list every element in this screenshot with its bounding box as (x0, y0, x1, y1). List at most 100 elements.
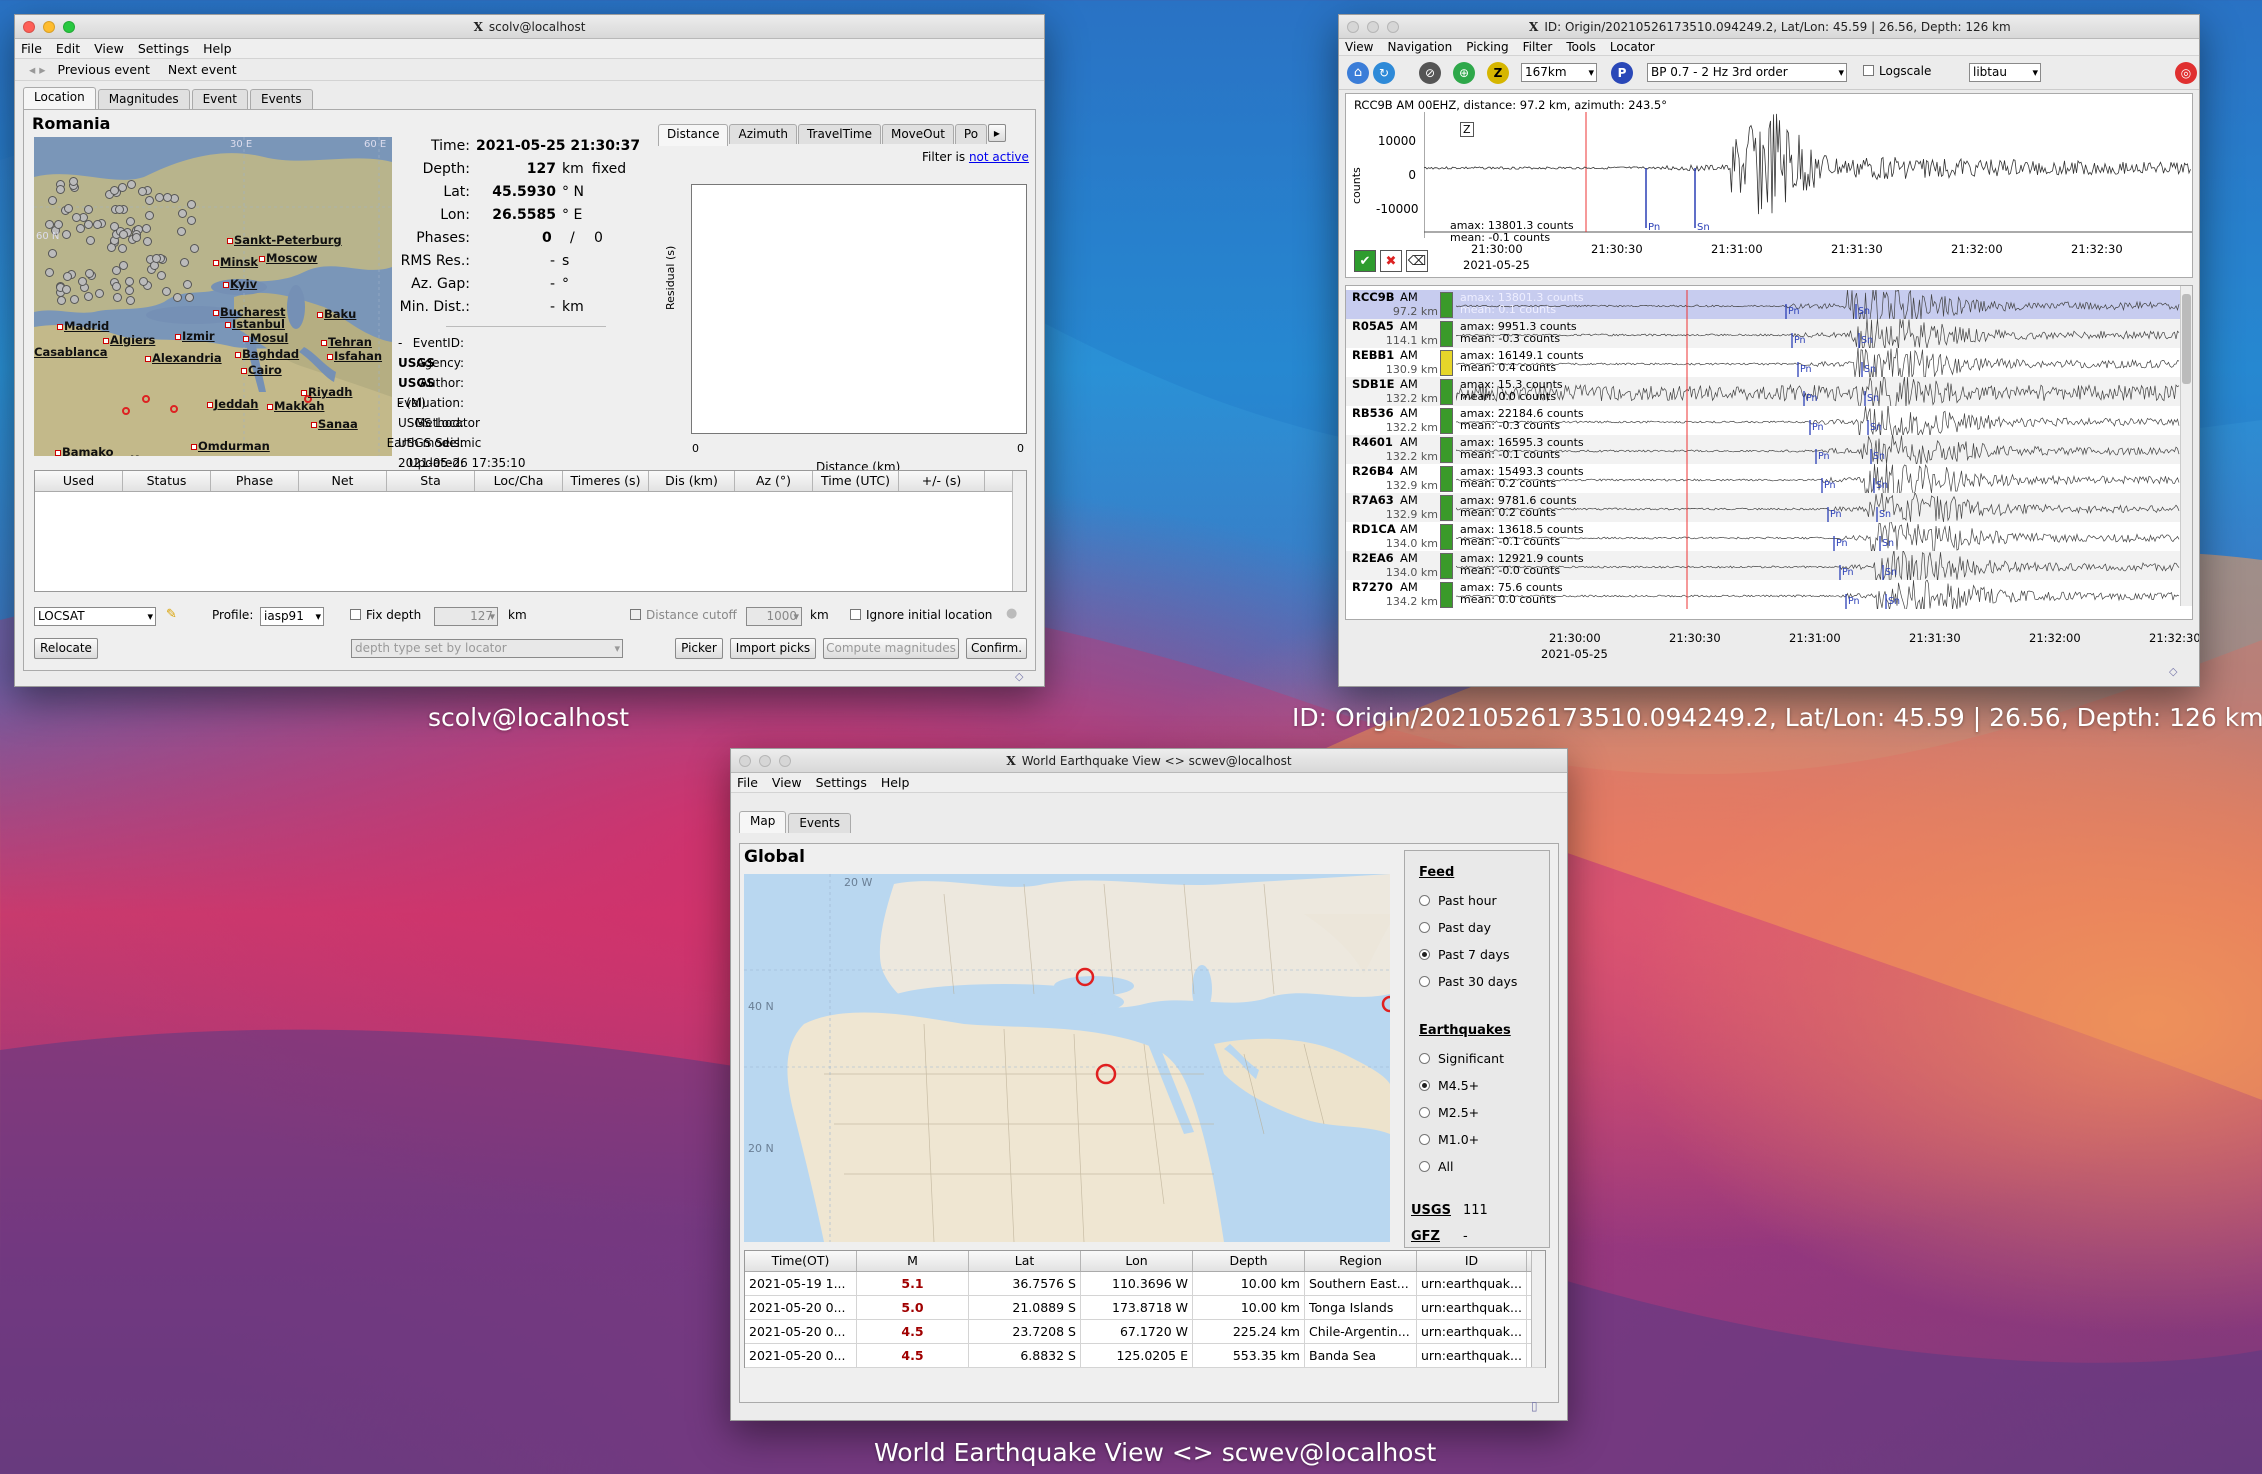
menu-file[interactable]: File (737, 773, 758, 792)
magnitude-option[interactable]: M1.0+ (1419, 1132, 1479, 1147)
arrivals-column-header[interactable]: Status (123, 471, 211, 491)
feed-option[interactable]: Past day (1419, 920, 1491, 935)
import-picks-button[interactable]: Import picks (730, 638, 816, 659)
arrivals-column-header[interactable]: Az (°) (735, 471, 813, 491)
tab-scroll-right[interactable]: ▸ (987, 124, 1006, 142)
arrivals-column-header[interactable]: Used (35, 471, 123, 491)
arrivals-column-header[interactable]: Loc/Cha (475, 471, 563, 491)
menu-view[interactable]: View (94, 39, 124, 58)
distance-spinbox[interactable]: 167km (1521, 63, 1597, 82)
event-row[interactable]: 2021-05-20 0... 4.5 23.7208 S 67.1720 W 225.… (745, 1320, 1545, 1344)
menu-locator[interactable]: Locator (1610, 39, 1655, 55)
scolv-titlebar[interactable]: Xscolv@localhost (15, 15, 1044, 39)
minimize-window-button[interactable] (759, 755, 771, 767)
radio-button[interactable] (1419, 1107, 1430, 1118)
world-map[interactable]: 20 W 40 N 20 N (744, 874, 1390, 1242)
radio-button[interactable] (1419, 895, 1430, 906)
radio-button[interactable] (1419, 1053, 1430, 1064)
events-column-header[interactable]: Lat (969, 1251, 1081, 1271)
arrivals-scrollbar[interactable] (1012, 471, 1026, 591)
station-row[interactable]: R7270 AM 134.2 km Pn Sn amax: 75.6 counts mean… (1346, 580, 2180, 609)
fix-depth-checkbox[interactable]: Fix depth (350, 608, 421, 622)
locator-settings-icon[interactable]: ✎ (166, 607, 177, 622)
feed-option[interactable]: Past hour (1419, 893, 1497, 908)
station-row[interactable]: R4601 AM 132.2 km Pn Sn amax: 16595.3 counts m… (1346, 435, 2180, 464)
events-column-header[interactable]: Time(OT) (745, 1251, 857, 1271)
picker-titlebar[interactable]: X ID: Origin/20210526173510.094249.2, Lat… (1339, 15, 2199, 39)
station-row[interactable]: REBB1 AM 130.9 km Pn Sn amax: 16149.1 counts m… (1346, 348, 2180, 377)
relocate-button[interactable]: Relocate (34, 638, 98, 659)
station-row[interactable]: R26B4 AM 132.9 km Pn Sn amax: 15493.3 counts m… (1346, 464, 2180, 493)
feed-option[interactable]: Past 30 days (1419, 974, 1517, 989)
fix-depth-input[interactable]: 127 (434, 607, 498, 626)
arrivals-column-header[interactable]: Net (299, 471, 387, 491)
tab-events[interactable]: Events (788, 813, 851, 833)
z-component-icon[interactable]: Z (1487, 62, 1509, 84)
align-icon[interactable]: ⊘ (1419, 62, 1441, 84)
station-row[interactable]: RCC9B AM 97.2 km Pn Sn amax: 13801.3 counts me… (1346, 290, 2180, 319)
event-row[interactable]: 2021-05-20 0... 4.5 6.8832 S 125.0205 E 553.… (745, 1344, 1545, 1368)
radio-button[interactable] (1419, 949, 1430, 960)
station-list-scrollbar[interactable] (2180, 286, 2192, 606)
menu-edit[interactable]: Edit (56, 39, 80, 58)
p-phase-icon[interactable]: P (1611, 62, 1633, 84)
reload-icon[interactable]: ↻ (1373, 62, 1395, 84)
station-row[interactable]: RB536 AM 132.2 km Pn Sn amax: 22184.6 counts m… (1346, 406, 2180, 435)
next-event-button[interactable]: Next event (168, 62, 237, 77)
arrivals-column-header[interactable]: Time (UTC) (813, 471, 899, 491)
ignore-initial-location-checkbox[interactable]: Ignore initial location (850, 608, 992, 622)
events-column-header[interactable]: Depth (1193, 1251, 1305, 1271)
arrivals-column-header[interactable]: Sta (387, 471, 475, 491)
menu-tools[interactable]: Tools (1566, 39, 1596, 55)
station-row[interactable]: RD1CA AM 134.0 km Pn Sn amax: 13618.5 counts m… (1346, 522, 2180, 551)
tab-location[interactable]: Location (23, 87, 96, 109)
magnitude-option[interactable]: M2.5+ (1419, 1105, 1479, 1120)
scwev-titlebar[interactable]: X World Earthquake View <> scwev@localhos… (731, 749, 1567, 773)
events-column-header[interactable]: ID (1417, 1251, 1527, 1271)
compute-magnitudes-button[interactable]: Compute magnitudes (823, 638, 959, 659)
distance-cutoff-input[interactable]: 1000 (746, 607, 802, 626)
previous-event-button[interactable]: Previous event (58, 62, 150, 77)
location-map[interactable]: 30 E 60 E 60 N Sankt-Peterburg Minsk Mosco… (34, 137, 392, 456)
filter-select[interactable]: BP 0.7 - 2 Hz 3rd order (1647, 63, 1847, 82)
menu-help[interactable]: Help (881, 773, 910, 792)
home-icon[interactable]: ⌂ (1347, 62, 1369, 84)
tab-polarity[interactable]: Po (954, 124, 987, 144)
events-scrollbar[interactable] (1531, 1251, 1545, 1367)
station-list[interactable]: RCC9B AM 97.2 km Pn Sn amax: 13801.3 counts me… (1345, 285, 2193, 620)
event-row[interactable]: 2021-05-19 1... 5.1 36.7576 S 110.3696 W 10.… (745, 1272, 1545, 1296)
event-row[interactable]: 2021-05-20 0... 5.0 21.0889 S 173.8718 W 10.… (745, 1296, 1545, 1320)
minimize-window-button[interactable] (1367, 21, 1379, 33)
reject-pick-button[interactable]: ✖ (1380, 250, 1402, 272)
menu-help[interactable]: Help (203, 39, 232, 58)
close-window-button[interactable] (23, 21, 35, 33)
station-row[interactable]: R2EA6 AM 134.0 km Pn Sn amax: 12921.9 counts m… (1346, 551, 2180, 580)
minimize-window-button[interactable] (43, 21, 55, 33)
tab-moveout[interactable]: MoveOut (881, 124, 954, 144)
magnitude-option[interactable]: Significant (1419, 1051, 1504, 1066)
arrivals-column-header[interactable]: Phase (211, 471, 299, 491)
radio-button[interactable] (1419, 1161, 1430, 1172)
locator-select[interactable]: LOCSAT (34, 607, 156, 626)
scrollbar-thumb[interactable] (2182, 294, 2191, 384)
menu-settings[interactable]: Settings (816, 773, 867, 792)
tab-distance[interactable]: Distance (658, 124, 729, 146)
tab-event[interactable]: Event (191, 89, 248, 109)
depth-type-select[interactable]: depth type set by locator (351, 639, 623, 658)
logscale-checkbox[interactable]: Logscale (1863, 64, 1931, 78)
accept-pick-button[interactable]: ✔ (1354, 250, 1376, 272)
close-window-button[interactable] (739, 755, 751, 767)
zoom-window-button[interactable] (779, 755, 791, 767)
menu-picking[interactable]: Picking (1466, 39, 1508, 55)
stop-icon[interactable]: ◎ (2175, 62, 2197, 84)
menu-view[interactable]: View (772, 773, 802, 792)
station-row[interactable]: R05A5 AM 114.1 km Pn Sn amax: 9951.3 counts me… (1346, 319, 2180, 348)
distance-cutoff-checkbox[interactable]: Distance cutoff (630, 608, 737, 622)
tab-events[interactable]: Events (249, 89, 313, 109)
picker-button[interactable]: Picker (675, 638, 723, 659)
radio-button[interactable] (1419, 922, 1430, 933)
arrivals-table[interactable]: Used Status Phase Net Sta Loc/Cha Timeres (s) D… (34, 470, 1027, 592)
events-column-header[interactable]: M (857, 1251, 969, 1271)
profile-select[interactable]: iasp91 (260, 607, 324, 626)
tab-magnitudes[interactable]: Magnitudes (97, 89, 190, 109)
